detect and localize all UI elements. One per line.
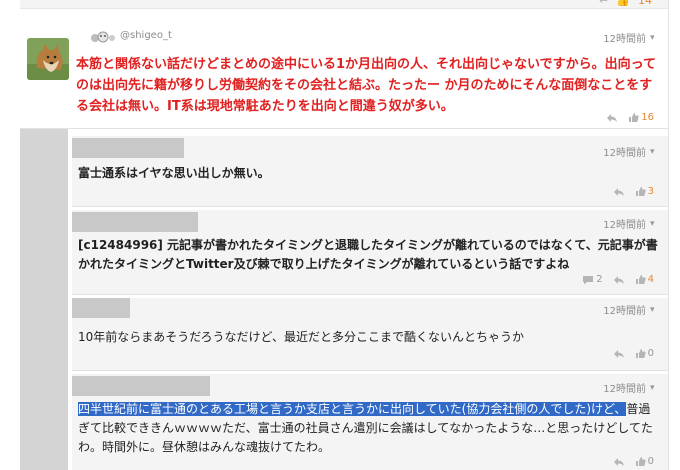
comment-actions: 2 4 [582,274,654,285]
comment-actions: 0 [613,456,654,467]
reply-icon[interactable]: ↩ [599,0,608,7]
like-count: 16 [641,112,654,123]
username[interactable]: @shigeo_t [120,30,172,41]
comment-body: 富士通系はイヤな思い出しか無い。 [78,166,270,180]
redacted-username [72,138,184,158]
comment-meta: 12時間前 ▾ [603,216,658,231]
selected-text: 四半世紀前に富士通のとある工場と言うか支店と言うかに出向していた(協力会社側の人… [78,402,627,416]
previous-comment-footer: ↩ 👍 14 [20,0,668,9]
thumbs-up-icon [629,113,639,122]
comment-bubble-icon [583,275,594,284]
chevron-down-icon[interactable]: ▾ [650,147,658,156]
reply-icon[interactable] [613,349,625,359]
like-count: 3 [647,186,654,197]
reply-icon[interactable] [613,187,625,197]
comment-actions: 0 [613,348,654,359]
timestamp: 12時間前 [603,148,646,159]
reply-icon[interactable] [606,113,618,123]
comment-card: 12時間前 ▾ [c12484996] 元記事が書かれたタイミングと退職したタイ… [72,210,668,295]
comment-meta: 12時間前 ▾ [603,380,658,395]
replies-button[interactable]: 2 [582,274,603,285]
thumbs-up-icon [635,457,646,466]
like-count: 14 [638,0,652,7]
column-divider [668,0,669,470]
comment-body: 四半世紀前に富士通のとある工場と言うか支店と言うかに出向していた(協力会社側の人… [78,400,658,457]
reply-icon[interactable] [613,275,625,285]
like-count: 0 [647,348,654,359]
reply-count: 2 [596,274,603,285]
comment-card: @shigeo_t 12時間前 ▾ 本筋と関係ない話だけどまとめの途中にいる1か… [20,10,668,129]
comment-card: 12時間前 ▾ 10年前ならまあそうだろうなだけど、最近だと多分ここまで酷くない… [72,298,668,371]
redacted-username [72,376,210,396]
user-badge-icon [90,30,115,43]
like-button[interactable]: 16 [628,112,654,123]
comment-actions: 3 [613,186,654,197]
redacted-sidebar [20,128,68,470]
thumbs-up-icon[interactable]: 👍 [616,0,630,7]
thumbs-up-icon [635,187,646,196]
comment-body: 10年前ならまあそうだろうなだけど、最近だと多分ここまで酷くないんとちゃうか [78,330,524,344]
like-button[interactable]: 4 [635,274,654,285]
like-button[interactable]: 3 [635,186,654,197]
chevron-down-icon[interactable]: ▾ [650,219,658,228]
comment-card: 12時間前 ▾ 四半世紀前に富士通のとある工場と言うか支店と言うかに出向していた… [72,374,668,470]
like-button[interactable]: 0 [635,348,654,359]
comment-body: 本筋と関係ない話だけどまとめの途中にいる1か月出向の人、それ出向じゃないですから… [76,57,657,114]
thumbs-up-icon [635,349,646,358]
comment-actions: 16 [606,112,654,123]
chevron-down-icon[interactable]: ▾ [650,33,658,42]
chevron-down-icon[interactable]: ▾ [650,383,658,392]
timestamp: 12時間前 [603,34,646,45]
thumbs-up-icon [635,275,646,284]
redacted-username [72,298,130,318]
previous-comment-actions: ↩ 👍 14 [599,0,652,7]
comment-body: [c12484996] 元記事が書かれたタイミングと退職したタイミングが離れてい… [78,238,658,271]
reply-icon[interactable] [613,457,625,467]
timestamp: 12時間前 [603,220,646,231]
avatar[interactable] [27,38,69,80]
like-count: 0 [647,456,654,467]
timestamp: 12時間前 [603,384,646,395]
like-button[interactable]: 0 [635,456,654,467]
timestamp: 12時間前 [603,306,646,317]
comment-meta: 12時間前 ▾ [603,302,658,317]
comment-card: 12時間前 ▾ 富士通系はイヤな思い出しか無い。 3 [72,136,668,207]
comment-meta: 12時間前 ▾ [603,144,658,159]
comment-meta: 12時間前 ▾ [603,30,658,45]
like-count: 4 [647,274,654,285]
redacted-username [72,212,198,232]
chevron-down-icon[interactable]: ▾ [650,305,658,314]
